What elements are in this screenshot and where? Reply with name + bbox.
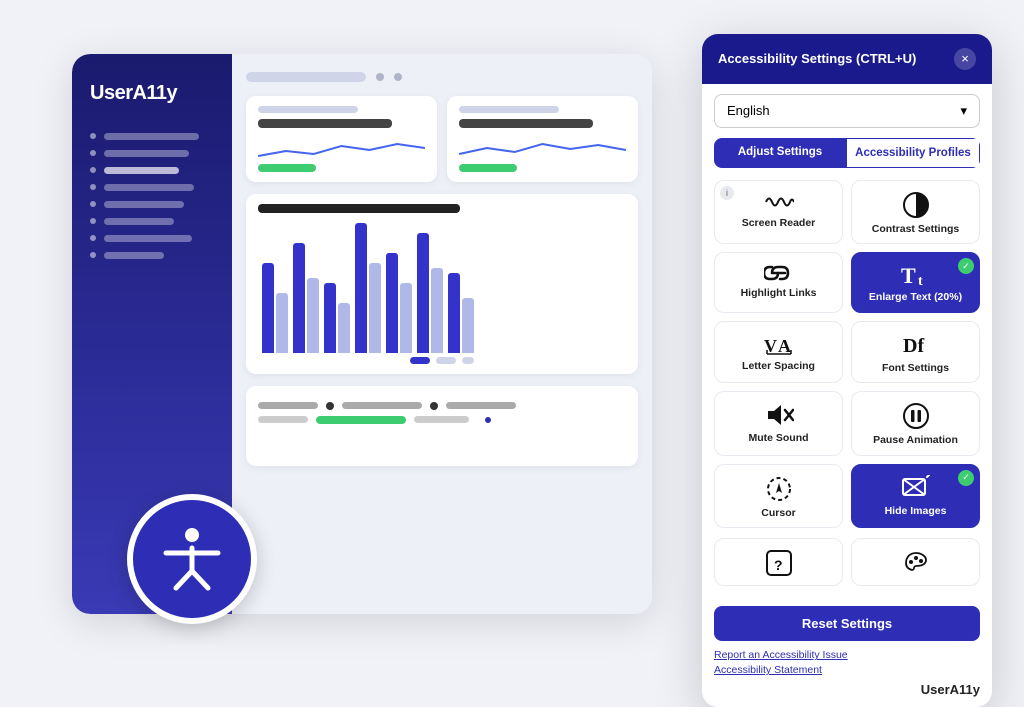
panel-tabs: Adjust Settings Accessibility Profiles: [714, 138, 980, 168]
tab-adjust-settings[interactable]: Adjust Settings: [714, 138, 846, 168]
setting-screen-reader[interactable]: i Screen Reader: [714, 180, 843, 245]
dashboard-card: [246, 96, 437, 182]
language-selected: English: [727, 103, 770, 118]
panel-title: Accessibility Settings (CTRL+U): [718, 51, 916, 66]
setting-font[interactable]: Df Font Settings: [851, 321, 980, 384]
setting-pause-animation[interactable]: Pause Animation: [851, 391, 980, 456]
nav-item: [90, 150, 214, 157]
panel-header: Accessibility Settings (CTRL+U) ×: [702, 34, 992, 84]
hide-images-label: Hide Images: [885, 505, 947, 518]
svg-text:Df: Df: [903, 335, 924, 357]
svg-text:?: ?: [774, 557, 783, 573]
contrast-label: Contrast Settings: [872, 223, 960, 236]
dashboard-bottom: [246, 386, 638, 466]
tab-accessibility-profiles[interactable]: Accessibility Profiles: [846, 138, 980, 168]
check-icon: ✓: [958, 258, 974, 274]
scene: UserA11y: [32, 24, 992, 664]
nav-item: [90, 235, 214, 242]
dashboard-card: [447, 96, 638, 182]
panel-footer: Report an Accessibility Issue Accessibil…: [702, 649, 992, 707]
setting-contrast[interactable]: Contrast Settings: [851, 180, 980, 245]
dashboard-chart: [246, 194, 638, 374]
setting-palette[interactable]: [851, 538, 980, 586]
question-icon: ?: [765, 549, 793, 577]
pause-icon: [902, 402, 930, 430]
nav-item: [90, 184, 214, 191]
chevron-down-icon: ▾: [960, 103, 967, 119]
nav-item: [90, 218, 214, 225]
setting-cursor[interactable]: Cursor: [714, 464, 843, 529]
settings-grid: i Screen Reader: [714, 180, 980, 529]
setting-question[interactable]: ?: [714, 538, 843, 586]
nav-item: [90, 201, 214, 208]
close-button[interactable]: ×: [954, 48, 976, 70]
report-issue-link[interactable]: Report an Accessibility Issue: [714, 649, 980, 661]
waveform-icon: [764, 191, 794, 213]
palette-icon: [902, 549, 930, 577]
reset-button[interactable]: Reset Settings: [714, 606, 980, 641]
letter-spacing-label: Letter Spacing: [742, 360, 815, 373]
font-settings-label: Font Settings: [882, 362, 949, 375]
pause-animation-label: Pause Animation: [873, 434, 958, 447]
setting-mute-sound[interactable]: Mute Sound: [714, 391, 843, 456]
accessibility-panel: Accessibility Settings (CTRL+U) × Englis…: [702, 34, 992, 707]
setting-highlight-links[interactable]: Highlight Links: [714, 252, 843, 313]
info-icon: i: [720, 186, 734, 200]
reset-section: Reset Settings: [702, 606, 992, 649]
letter-spacing-icon: V A: [764, 332, 794, 356]
svg-text:t: t: [918, 274, 923, 287]
nav-item: [90, 133, 214, 140]
partial-settings-row: ?: [714, 538, 980, 586]
text-size-icon: T t: [901, 263, 931, 287]
sidebar-brand: UserA11y: [90, 82, 214, 105]
setting-letter-spacing[interactable]: V A Letter Spacing: [714, 321, 843, 384]
mute-sound-label: Mute Sound: [748, 432, 808, 445]
language-dropdown[interactable]: English ▾: [714, 94, 980, 128]
accessibility-statement-link[interactable]: Accessibility Statement: [714, 664, 980, 676]
dashboard-content: [232, 54, 652, 614]
cursor-icon: [765, 475, 793, 503]
contrast-icon: [902, 191, 930, 219]
svg-text:V: V: [764, 336, 777, 356]
mute-icon: [764, 402, 794, 428]
svg-text:T: T: [901, 263, 916, 287]
setting-enlarge-text[interactable]: ✓ T t Enlarge Text (20%): [851, 252, 980, 313]
check-icon: ✓: [958, 470, 974, 486]
nav-item: [90, 167, 214, 174]
accessibility-icon-circle[interactable]: [127, 494, 257, 624]
accessibility-person-icon: [156, 523, 228, 595]
panel-body: English ▾ Adjust Settings Accessibility …: [702, 84, 992, 607]
hide-images-icon: [901, 475, 931, 501]
highlight-links-label: Highlight Links: [741, 287, 817, 300]
nav-item: [90, 252, 214, 259]
svg-text:A: A: [778, 336, 791, 356]
font-settings-icon: Df: [901, 332, 931, 358]
screen-reader-label: Screen Reader: [742, 217, 816, 230]
link-icon: [764, 263, 794, 283]
setting-hide-images[interactable]: ✓ Hide Images: [851, 464, 980, 529]
cursor-label: Cursor: [761, 507, 795, 520]
footer-brand: UserA11y: [921, 682, 980, 697]
enlarge-text-label: Enlarge Text (20%): [869, 291, 962, 304]
